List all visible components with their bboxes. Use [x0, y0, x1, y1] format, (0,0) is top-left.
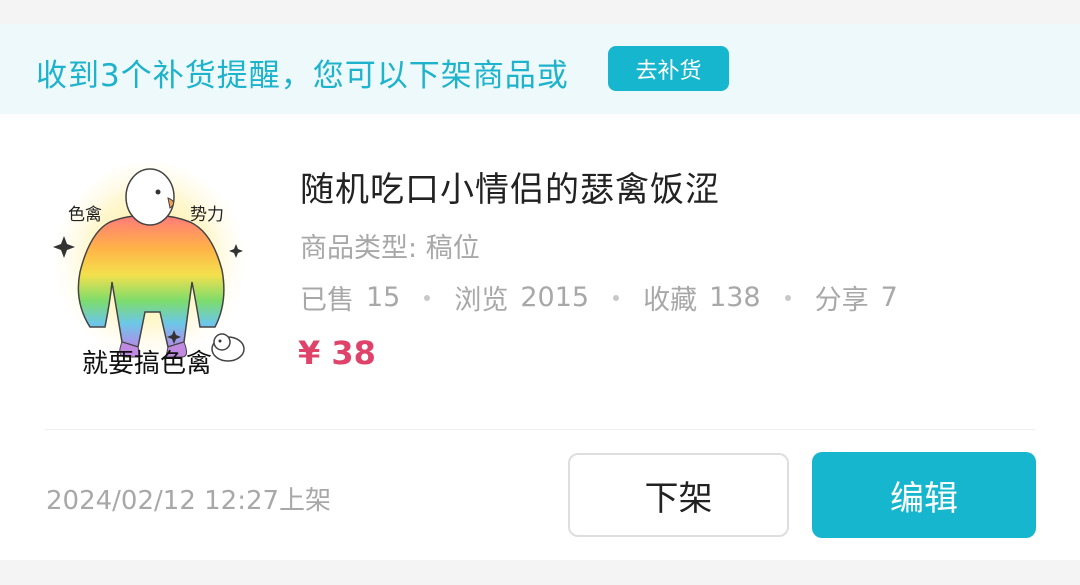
divider	[45, 429, 1035, 430]
restock-button[interactable]: 去补货	[608, 46, 729, 91]
views-label: 浏览	[454, 285, 509, 316]
image-text-right: 势力	[190, 205, 224, 224]
product-stats: 已售 15 浏览 2015 收藏 138 分享 7	[300, 278, 898, 317]
product-type-value: 稿位	[425, 233, 480, 264]
listed-time: 2024/02/12 12:27上架	[46, 486, 332, 516]
sold-count: 15	[366, 282, 401, 313]
product-card: 收到3个补货提醒，您可以下架商品或 去补货 色禽 势力 就要搞色禽 随机吃口小情…	[0, 24, 1080, 560]
separator-dot	[424, 294, 431, 301]
product-thumbnail[interactable]: 色禽 势力 就要搞色禽	[50, 152, 262, 380]
product-type: 商品类型: 稿位	[300, 226, 480, 265]
product-title[interactable]: 随机吃口小情侣的瑟禽饭涩	[300, 162, 720, 211]
favorites-count: 138	[709, 282, 761, 313]
share-count: 7	[880, 282, 898, 313]
separator-dot	[784, 294, 791, 301]
restock-notice-text: 收到3个补货提醒，您可以下架商品或	[36, 58, 569, 94]
views-count: 2015	[520, 282, 590, 313]
share-label: 分享	[814, 285, 869, 316]
separator-dot	[613, 294, 620, 301]
delist-button[interactable]: 下架	[568, 453, 789, 537]
sold-label: 已售	[300, 285, 354, 316]
favorites-label: 收藏	[643, 285, 698, 316]
image-text-left: 色禽	[68, 205, 102, 224]
image-caption: 就要搞色禽	[82, 348, 212, 378]
edit-button[interactable]: 编辑	[812, 452, 1036, 538]
product-price: ¥ 38	[298, 334, 376, 372]
product-image: 色禽 势力 就要搞色禽	[53, 162, 245, 378]
restock-notice-bar: 收到3个补货提醒，您可以下架商品或 去补货	[0, 24, 1080, 114]
product-type-label: 商品类型:	[300, 233, 418, 264]
